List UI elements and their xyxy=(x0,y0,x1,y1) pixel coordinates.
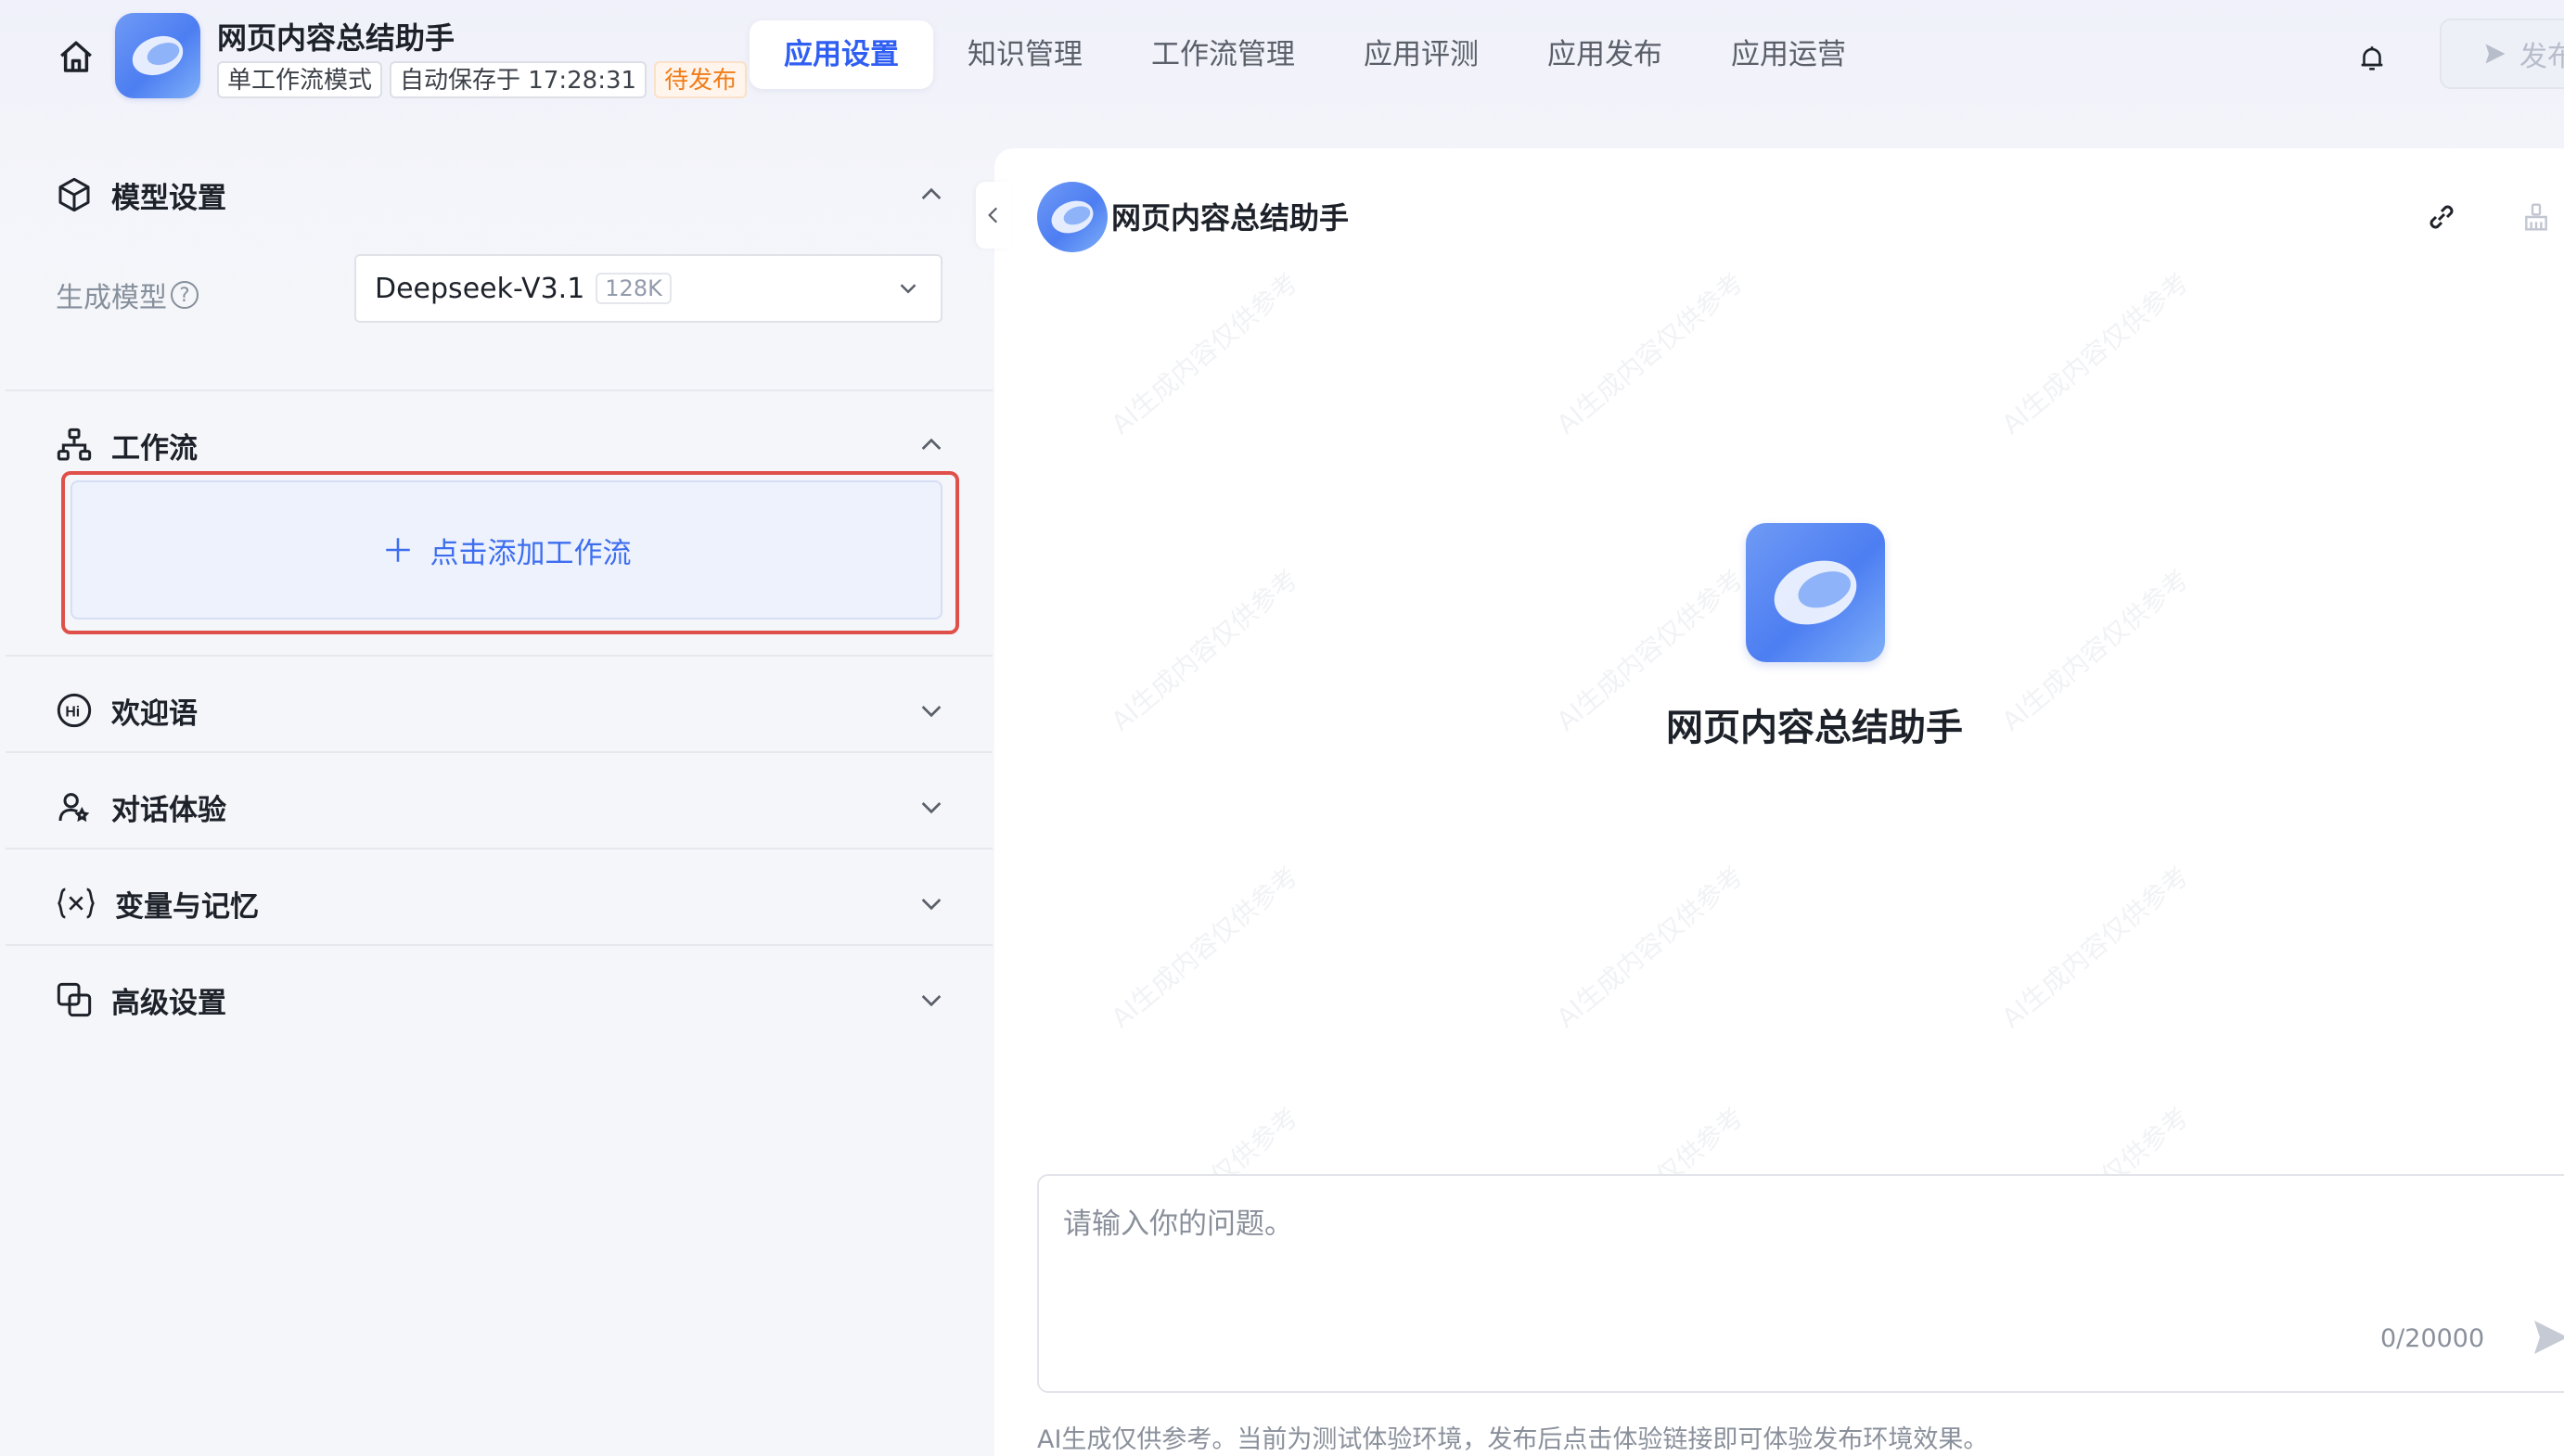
divider xyxy=(6,390,993,391)
workflow-icon xyxy=(57,428,92,461)
tab-app-settings[interactable]: 应用设置 xyxy=(750,20,933,89)
divider xyxy=(6,751,993,753)
watermark: AI生成内容仅供参考 xyxy=(1105,860,1304,1034)
app-tags: 单工作流模式 自动保存于 17:28:31 待发布 xyxy=(217,61,748,98)
send-icon xyxy=(2485,44,2506,64)
send-icon xyxy=(2534,1321,2564,1354)
notification-button[interactable] xyxy=(2351,37,2393,80)
user-chat-icon xyxy=(58,793,90,823)
model-select[interactable]: Deepseek-V3.1 128K xyxy=(354,254,942,323)
watermark: AI生成内容仅供参考 xyxy=(1995,860,2195,1034)
broom-icon xyxy=(2525,203,2547,231)
watermark: AI生成内容仅供参考 xyxy=(1995,266,2195,441)
chevron-up-icon[interactable] xyxy=(917,180,946,210)
publish-button[interactable]: 发布 xyxy=(2440,19,2564,89)
assistant-avatar xyxy=(1037,182,1108,252)
settings-panel: 模型设置 工作流 Hi 欢迎语 对话体验 变量与记忆 高级设置 xyxy=(0,147,996,1456)
watermark: AI生成内容仅供参考 xyxy=(1105,563,1304,737)
app-name: 网页内容总结助手 xyxy=(217,20,455,56)
clear-chat-button[interactable] xyxy=(2516,197,2557,237)
cube-icon xyxy=(58,177,90,212)
watermark: AI生成内容仅供参考 xyxy=(1550,266,1750,441)
tab-knowledge[interactable]: 知识管理 xyxy=(933,20,1117,89)
watermark: AI生成内容仅供参考 xyxy=(1105,266,1304,441)
preview-title: 网页内容总结助手 xyxy=(1111,200,1350,236)
home-button[interactable] xyxy=(54,35,98,80)
chevron-down-icon xyxy=(900,284,917,294)
chevron-left-icon xyxy=(988,207,998,224)
advanced-icon xyxy=(57,982,92,1017)
model-section-header[interactable]: 模型设置 xyxy=(56,167,946,223)
divider xyxy=(6,848,993,849)
model-name: Deepseek-V3.1 xyxy=(375,272,585,305)
autosave-tag: 自动保存于 17:28:31 xyxy=(390,61,647,98)
chevron-down-icon[interactable] xyxy=(917,888,946,918)
context-badge: 128K xyxy=(596,273,672,304)
send-button[interactable] xyxy=(2527,1313,2564,1361)
tab-evaluation[interactable]: 应用评测 xyxy=(1329,20,1513,89)
disclaimer-text: AI生成仅供参考。当前为测试体验环境，发布后点击体验链接即可体验发布环境效果。 xyxy=(1037,1425,1989,1454)
divider xyxy=(6,655,993,657)
plus-icon xyxy=(385,538,410,562)
variable-icon xyxy=(58,888,95,919)
hi-icon: Hi xyxy=(57,693,92,728)
add-workflow-button[interactable]: 点击添加工作流 xyxy=(71,480,942,619)
share-link-button[interactable] xyxy=(2421,197,2462,237)
link-icon xyxy=(2429,205,2454,229)
workflow-section-header[interactable]: 工作流 xyxy=(56,417,946,473)
gen-model-text: 生成模型 xyxy=(56,282,167,314)
section-label: 变量与记忆 xyxy=(115,889,259,924)
top-nav: 应用设置 知识管理 工作流管理 应用评测 应用发布 应用运营 xyxy=(750,20,1880,89)
divider xyxy=(6,944,993,946)
tab-workflow[interactable]: 工作流管理 xyxy=(1117,20,1329,89)
status-badge: 待发布 xyxy=(654,61,748,98)
app-logo xyxy=(115,13,200,98)
gen-model-label: 生成模型 ? xyxy=(56,275,199,315)
mode-tag: 单工作流模式 xyxy=(217,61,383,98)
center-app-logo xyxy=(1746,523,1885,662)
center-app-name: 网页内容总结助手 xyxy=(1666,707,1963,749)
collapse-panel-button[interactable] xyxy=(976,182,1011,249)
chat-input-box xyxy=(1037,1174,2564,1393)
add-workflow-label: 点击添加工作流 xyxy=(429,536,632,570)
tab-publish[interactable]: 应用发布 xyxy=(1513,20,1697,89)
chevron-down-icon[interactable] xyxy=(917,696,946,725)
section-variables-memory[interactable]: 变量与记忆 xyxy=(56,875,946,931)
watermark: AI生成内容仅供参考 xyxy=(1550,860,1750,1034)
section-label: 高级设置 xyxy=(111,986,226,1020)
chevron-down-icon[interactable] xyxy=(917,792,946,822)
chat-input[interactable] xyxy=(1061,1198,2512,1313)
bell-icon xyxy=(2361,46,2383,70)
section-welcome[interactable]: Hi 欢迎语 xyxy=(56,683,946,738)
home-icon xyxy=(60,41,92,72)
chevron-up-icon[interactable] xyxy=(917,430,946,460)
svg-text:Hi: Hi xyxy=(65,705,80,721)
section-chat-experience[interactable]: 对话体验 xyxy=(56,779,946,835)
publish-label: 发布 xyxy=(2519,41,2564,73)
section-label: 对话体验 xyxy=(111,793,226,827)
chevron-down-icon[interactable] xyxy=(917,985,946,1015)
section-advanced[interactable]: 高级设置 xyxy=(56,972,946,1028)
help-icon[interactable]: ? xyxy=(171,281,199,309)
tab-operations[interactable]: 应用运营 xyxy=(1697,20,1880,89)
workflow-section-title: 工作流 xyxy=(111,431,198,466)
model-section-title: 模型设置 xyxy=(111,181,226,215)
char-counter: 0/20000 xyxy=(2380,1324,2485,1353)
section-label: 欢迎语 xyxy=(111,696,198,731)
